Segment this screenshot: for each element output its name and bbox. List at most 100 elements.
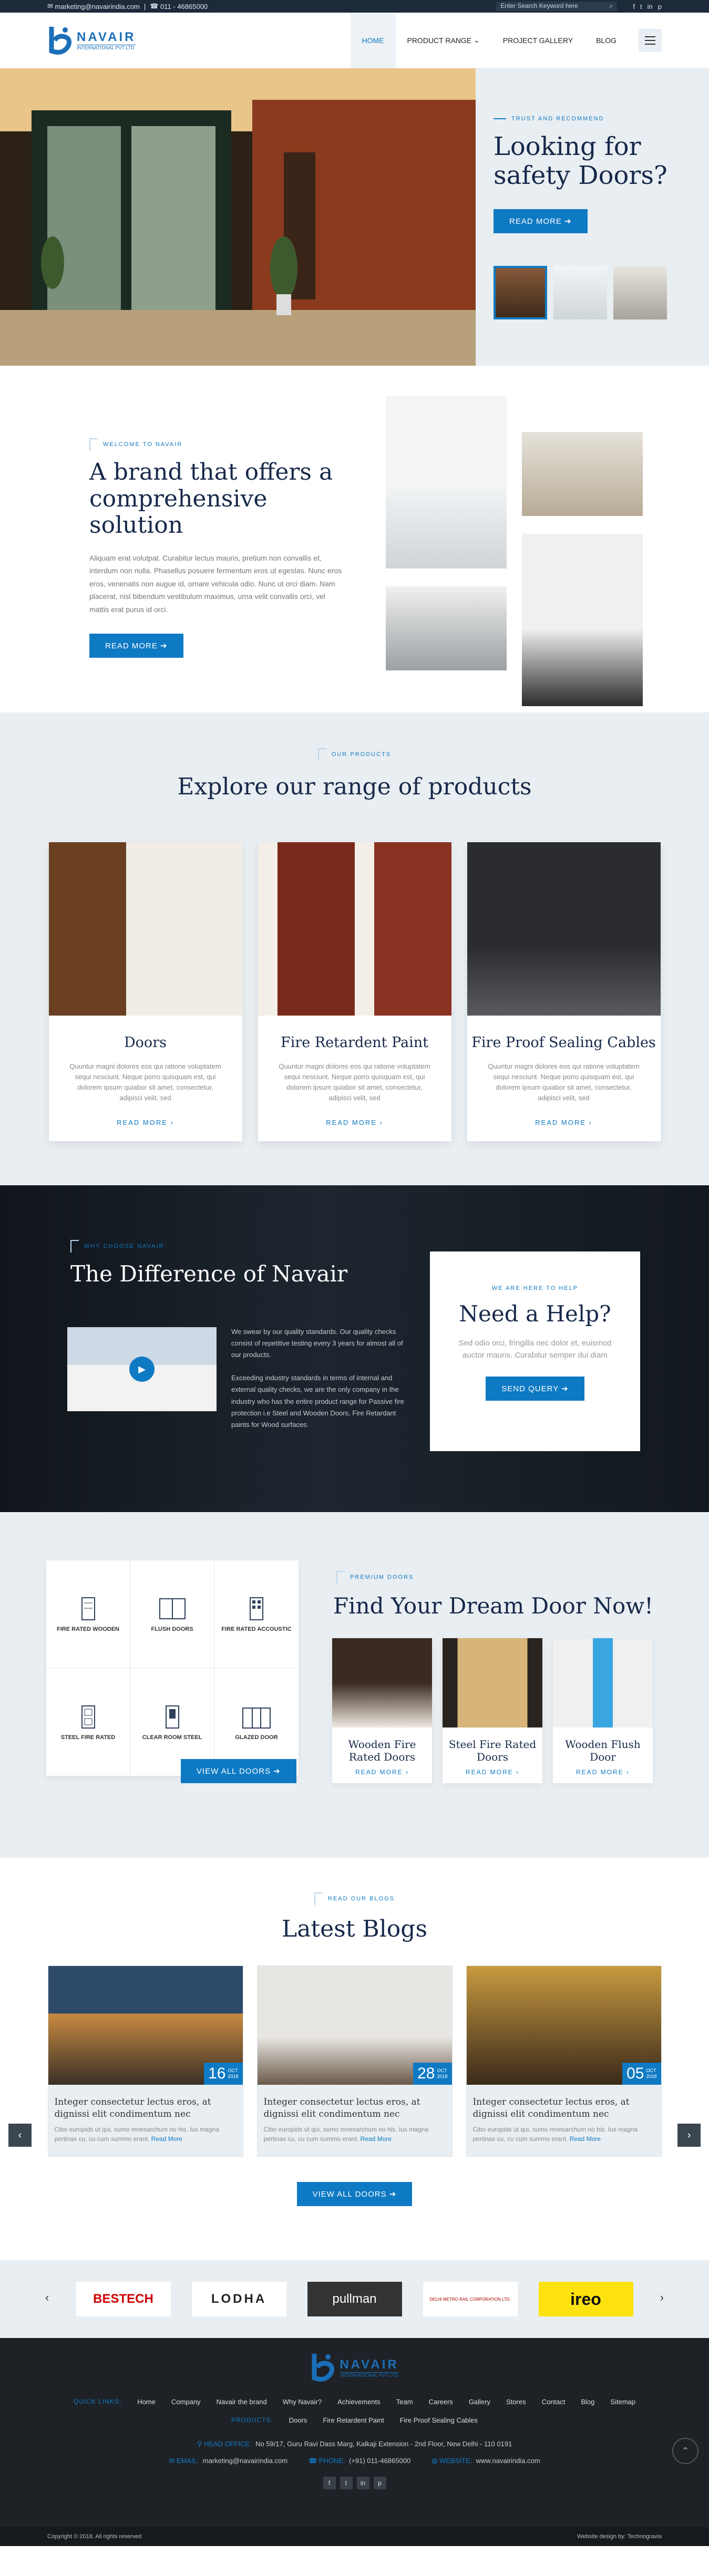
footer-logo[interactable]: NAVAIR INTERNATIONAL PVT LTD bbox=[0, 2338, 709, 2383]
hero-thumb-1[interactable] bbox=[494, 266, 547, 320]
footer-link[interactable]: Sitemap bbox=[610, 2398, 635, 2406]
door-read-more-link[interactable]: READ MORE › bbox=[553, 1768, 653, 1776]
linkedin-icon[interactable]: in bbox=[356, 2477, 369, 2489]
blog-title[interactable]: Integer consectetur lectus eros, at dign… bbox=[48, 2085, 243, 2125]
search-input[interactable]: Enter Search Keyword here ⌕ bbox=[496, 2, 618, 11]
footer-product-link[interactable]: Fire Proof Sealing Cables bbox=[400, 2416, 478, 2424]
hero-read-more-button[interactable]: READ MORE ➔ bbox=[494, 209, 588, 234]
top-email[interactable]: marketing@navairindia.com bbox=[55, 3, 140, 11]
blog-next-button[interactable]: › bbox=[677, 2124, 701, 2147]
twitter-icon[interactable]: t bbox=[640, 3, 642, 11]
hero-thumb-2[interactable] bbox=[553, 266, 607, 320]
clients-carousel: ‹ BESTECH LODHA pullman DELHI METRO RAIL… bbox=[0, 2260, 709, 2338]
brand-tag: WELCOME TO NAVAIR bbox=[89, 438, 347, 451]
footer-product-link[interactable]: Doors bbox=[289, 2416, 307, 2424]
help-title: Need a Help? bbox=[459, 1301, 611, 1327]
door-type-item[interactable]: FIRE RATED ACCOUSTIC bbox=[214, 1560, 299, 1668]
hero-image bbox=[0, 68, 476, 366]
blog-prev-button[interactable]: ‹ bbox=[8, 2124, 32, 2147]
phone-icon: ☎ bbox=[150, 2, 161, 10]
scroll-top-icon[interactable]: ⌃ bbox=[672, 2438, 698, 2464]
product-card-cables[interactable]: Fire Proof Sealing Cables Quuntur magni … bbox=[467, 842, 661, 1141]
video-thumbnail[interactable]: ▶ bbox=[67, 1327, 217, 1411]
clients-prev-icon[interactable]: ‹ bbox=[45, 2291, 49, 2304]
design-credit[interactable]: Website design by: Technogravia bbox=[577, 2533, 662, 2540]
site-logo[interactable]: NAVAIR INTERNATIONAL PVT LTD bbox=[47, 25, 136, 56]
footer-contact: ✉ EMAIL: marketing@navairindia.com ☎ PHO… bbox=[169, 2457, 540, 2465]
nav-home[interactable]: HOME bbox=[350, 12, 396, 68]
door-type-item[interactable]: STEEL FIRE RATED bbox=[46, 1668, 130, 1776]
blog-title[interactable]: Integer consectetur lectus eros, at dign… bbox=[467, 2085, 661, 2125]
nav-project-gallery[interactable]: PROJECT GALLERY bbox=[491, 13, 584, 68]
footer-link[interactable]: Stores bbox=[506, 2398, 526, 2406]
product-card-doors[interactable]: Doors Quuntur magni dolores eos qui rati… bbox=[48, 842, 242, 1141]
blog-read-more-link[interactable]: Read More bbox=[361, 2135, 392, 2143]
client-logo-pullman: pullman bbox=[307, 2282, 402, 2316]
footer-link[interactable]: Contact bbox=[542, 2398, 566, 2406]
nav-product-range[interactable]: PRODUCT RANGE ⌄ bbox=[396, 13, 491, 68]
footer-link[interactable]: Blog bbox=[581, 2398, 594, 2406]
product-read-more-link[interactable]: READ MORE › bbox=[49, 1119, 242, 1126]
blog-card[interactable]: 16 OCT 2018 Integer consectetur lectus ero… bbox=[47, 1965, 243, 2157]
blog-card[interactable]: 05 OCT 2018 Integer consectetur lectus ero… bbox=[466, 1965, 662, 2157]
brand-image-2 bbox=[522, 432, 643, 516]
nav-blog[interactable]: BLOG bbox=[584, 13, 628, 68]
footer-address: ⚲ HEAD OFFICE: No 59/17, Guru Ravi Dass … bbox=[197, 2440, 512, 2448]
door-name: Steel Fire Rated Doors bbox=[448, 1738, 537, 1763]
play-icon[interactable]: ▶ bbox=[129, 1357, 155, 1382]
product-read-more-link[interactable]: READ MORE › bbox=[467, 1119, 661, 1126]
product-read-more-link[interactable]: READ MORE › bbox=[258, 1119, 451, 1126]
door-type-item[interactable]: FLUSH DOORS bbox=[130, 1560, 214, 1668]
blog-read-more-link[interactable]: Read More bbox=[570, 2135, 601, 2143]
door-image bbox=[332, 1638, 432, 1727]
footer-link[interactable]: Team bbox=[396, 2398, 413, 2406]
footer-link[interactable]: Careers bbox=[429, 2398, 453, 2406]
twitter-icon[interactable]: t bbox=[340, 2477, 353, 2489]
blog-date: 05 OCT 2018 bbox=[622, 2063, 661, 2085]
footer-products: PRODUCTS: Doors Fire Retardent Paint Fir… bbox=[0, 2416, 709, 2424]
clients-next-icon[interactable]: › bbox=[660, 2291, 664, 2304]
quick-links: QUICK LINKS: Home Company Navair the bra… bbox=[0, 2398, 709, 2406]
facebook-icon[interactable]: f bbox=[633, 3, 635, 11]
view-all-doors-button[interactable]: VIEW ALL DOORS ➔ bbox=[181, 1759, 296, 1783]
hero-thumb-3[interactable] bbox=[613, 266, 667, 320]
door-card[interactable]: Wooden Fire Rated Doors READ MORE › bbox=[332, 1638, 432, 1783]
door-type-item[interactable]: FIRE RATED WOODEN bbox=[46, 1560, 130, 1668]
footer-link[interactable]: Why Navair? bbox=[283, 2398, 322, 2406]
door-read-more-link[interactable]: READ MORE › bbox=[443, 1768, 542, 1776]
brand-text: Aliquam erat volutpat. Curabitur lectus … bbox=[89, 553, 342, 614]
blog-read-more-link[interactable]: Read More bbox=[151, 2135, 182, 2143]
footer-phone[interactable]: (+91) 011-46865000 bbox=[349, 2457, 410, 2465]
footer-email[interactable]: marketing@navairindia.com bbox=[203, 2457, 287, 2465]
footer-link[interactable]: Home bbox=[137, 2398, 156, 2406]
door-card[interactable]: Wooden Flush Door READ MORE › bbox=[553, 1638, 653, 1783]
footer-logo-name: NAVAIR bbox=[340, 2357, 399, 2372]
quick-links-label: QUICK LINKS: bbox=[73, 2398, 122, 2405]
door-card[interactable]: Steel Fire Rated Doors READ MORE › bbox=[443, 1638, 542, 1783]
blog-title[interactable]: Integer consectetur lectus eros, at dign… bbox=[258, 2085, 452, 2125]
footer-link[interactable]: Company bbox=[171, 2398, 201, 2406]
product-card-paint[interactable]: Fire Retardent Paint Quuntur magni dolor… bbox=[258, 842, 451, 1141]
footer-link[interactable]: Gallery bbox=[469, 2398, 490, 2406]
logo-name: NAVAIR bbox=[77, 30, 136, 44]
client-logo-ireo: ireo bbox=[538, 2282, 633, 2316]
chevron-down-icon: ⌄ bbox=[471, 36, 480, 44]
footer-link[interactable]: Achievements bbox=[337, 2398, 381, 2406]
view-all-blogs-button[interactable]: VIEW ALL DOORS ➔ bbox=[296, 2181, 413, 2206]
send-query-button[interactable]: SEND QUERY ➔ bbox=[486, 1376, 584, 1401]
blogs-section: READ OUR BLOGS Latest Blogs ‹ › 16 OCT 201… bbox=[0, 1858, 709, 2260]
linkedin-icon[interactable]: in bbox=[648, 3, 653, 11]
door-read-more-link[interactable]: READ MORE › bbox=[332, 1768, 432, 1776]
pinterest-icon[interactable]: p bbox=[373, 2477, 386, 2489]
facebook-icon[interactable]: f bbox=[323, 2477, 336, 2489]
footer-website[interactable]: www.navairindia.com bbox=[476, 2457, 540, 2465]
footer-product-link[interactable]: Fire Retardent Paint bbox=[323, 2416, 384, 2424]
search-icon[interactable]: ⌕ bbox=[610, 2, 613, 11]
pinterest-icon[interactable]: p bbox=[658, 3, 662, 11]
help-text: Sed odio orci, fringilla nec dolor et, e… bbox=[458, 1339, 612, 1360]
top-phone[interactable]: 011 - 46865000 bbox=[160, 3, 208, 11]
footer-link[interactable]: Navair the brand bbox=[217, 2398, 267, 2406]
menu-icon[interactable] bbox=[639, 28, 662, 52]
brand-read-more-button[interactable]: READ MORE ➔ bbox=[89, 634, 183, 658]
blog-card[interactable]: 28 OCT 2018 Integer consectetur lectus ero… bbox=[256, 1965, 453, 2157]
